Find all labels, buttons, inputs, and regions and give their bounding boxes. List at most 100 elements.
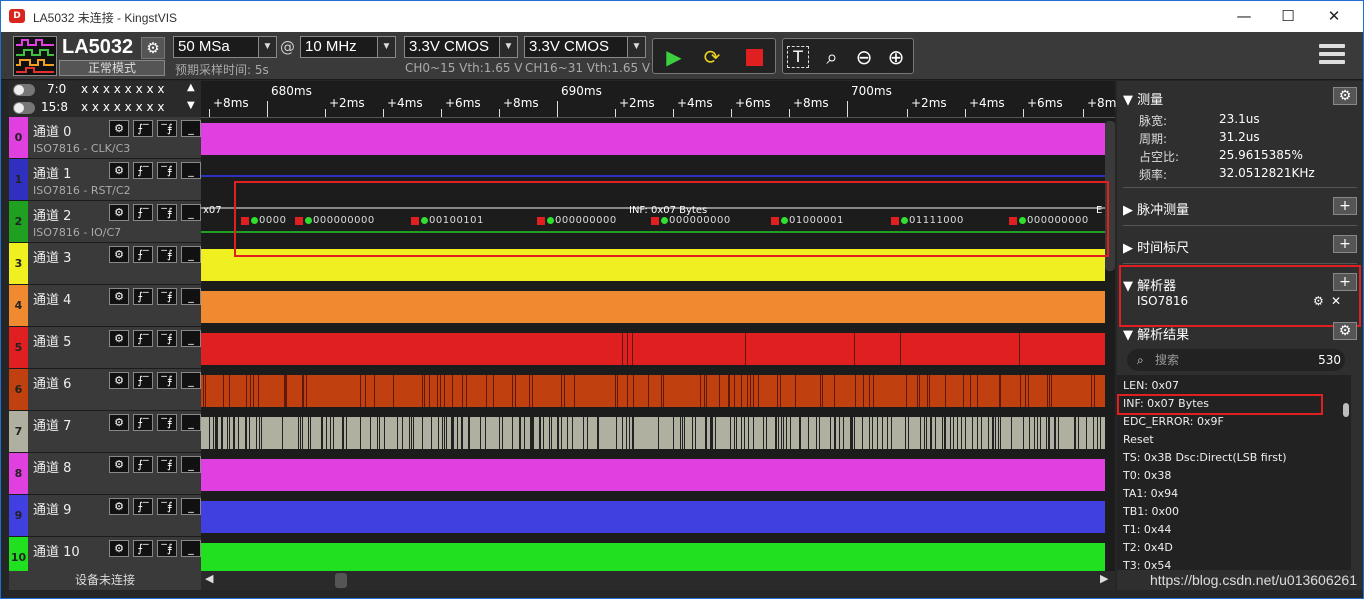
time-marker-section[interactable]: ▶ 时间标尺 + (1123, 235, 1357, 256)
loop-capture-icon[interactable]: ⟳ (699, 44, 725, 70)
waveform-area[interactable]: +8ms 680ms +2ms +4ms +6ms +8ms 690ms +2ms +4ms +6… (201, 81, 1123, 590)
channel-row[interactable]: 2 通道 2 ISO7816 - IO/C7 ⚙ ⨍‾ ‾⨎ _ (9, 201, 201, 243)
low-level-trigger-icon[interactable]: _ (181, 330, 201, 347)
channel-color-tab[interactable]: 3 (9, 243, 28, 284)
rising-edge-trigger-icon[interactable]: ⨍‾ (133, 330, 153, 347)
close-button[interactable]: ✕ (1311, 5, 1357, 27)
low-level-trigger-icon[interactable]: _ (181, 456, 201, 473)
result-row[interactable]: T0: 0x38 (1123, 469, 1171, 482)
group-toggle[interactable] (13, 84, 35, 96)
add-time-marker-button[interactable]: + (1333, 235, 1357, 253)
rising-edge-trigger-icon[interactable]: ⨍‾ (133, 498, 153, 515)
device-settings-gear-icon[interactable]: ⚙ (141, 37, 165, 59)
low-level-trigger-icon[interactable]: _ (181, 162, 201, 179)
channel-name[interactable]: 通道 8 (33, 457, 71, 476)
channel-settings-gear-icon[interactable]: ⚙ (109, 162, 129, 179)
low-level-trigger-icon[interactable]: _ (181, 204, 201, 221)
falling-edge-trigger-icon[interactable]: ‾⨎ (157, 372, 177, 389)
low-level-trigger-icon[interactable]: _ (181, 414, 201, 431)
rising-edge-trigger-icon[interactable]: ⨍‾ (133, 246, 153, 263)
channel-settings-gear-icon[interactable]: ⚙ (109, 330, 129, 347)
waveform-lane[interactable] (201, 375, 1105, 409)
channel-color-tab[interactable]: 6 (9, 369, 28, 410)
sample-rate-select[interactable]: 10 MHz ▼ (300, 36, 396, 58)
pulse-measure-section[interactable]: ▶ 脉冲测量 + (1123, 197, 1357, 218)
low-level-trigger-icon[interactable]: _ (181, 120, 201, 137)
voltage-select-a[interactable]: 3.3V CMOS ▼ (404, 36, 518, 58)
low-level-trigger-icon[interactable]: _ (181, 288, 201, 305)
rising-edge-trigger-icon[interactable]: ⨍‾ (133, 162, 153, 179)
channel-name[interactable]: 通道 6 (33, 373, 71, 392)
voltage-select-b[interactable]: 3.3V CMOS ▼ (524, 36, 646, 58)
channel-color-tab[interactable]: 2 (9, 201, 28, 242)
group-down-arrow-icon[interactable]: ▼ (187, 100, 195, 111)
channel-settings-gear-icon[interactable]: ⚙ (109, 246, 129, 263)
falling-edge-trigger-icon[interactable]: ‾⨎ (157, 330, 177, 347)
stop-icon[interactable] (741, 44, 767, 70)
text-tool-icon[interactable]: T (787, 46, 809, 68)
result-row[interactable]: TA1: 0x94 (1123, 487, 1178, 500)
channel-color-tab[interactable]: 5 (9, 327, 28, 368)
result-row[interactable]: LEN: 0x07 (1123, 379, 1179, 392)
falling-edge-trigger-icon[interactable]: ‾⨎ (157, 414, 177, 431)
minimize-button[interactable]: — (1221, 5, 1267, 27)
scroll-thumb[interactable] (335, 573, 347, 588)
falling-edge-trigger-icon[interactable]: ‾⨎ (157, 246, 177, 263)
results-section[interactable]: ▼ 解析结果 ⚙ (1123, 322, 1357, 343)
zoom-in-icon[interactable]: ⊕ (883, 44, 909, 70)
add-pulse-measure-button[interactable]: + (1333, 197, 1357, 215)
waveform-lane[interactable] (201, 291, 1105, 325)
device-waveform-icon[interactable] (13, 36, 57, 76)
channel-color-tab[interactable]: 0 (9, 117, 28, 158)
waveform-lane[interactable] (201, 459, 1105, 493)
group-up-arrow-icon[interactable]: ▲ (187, 82, 195, 93)
maximize-button[interactable]: ☐ (1265, 5, 1311, 27)
rising-edge-trigger-icon[interactable]: ⨍‾ (133, 456, 153, 473)
result-row[interactable]: TS: 0x3B Dsc:Direct(LSB first) (1123, 451, 1287, 464)
start-play-icon[interactable]: ▶ (661, 44, 687, 70)
result-row[interactable]: T3: 0x54 (1123, 559, 1171, 572)
waveform-lane[interactable] (201, 333, 1105, 367)
falling-edge-trigger-icon[interactable]: ‾⨎ (157, 120, 177, 137)
channel-name[interactable]: 通道 4 (33, 289, 71, 308)
rising-edge-trigger-icon[interactable]: ⨍‾ (133, 414, 153, 431)
zoom-fit-icon[interactable]: ⌕ (819, 44, 845, 70)
channel-row[interactable]: 7 通道 7 ⚙ ⨍‾ ‾⨎ _ (9, 411, 201, 453)
channel-row[interactable]: 6 通道 6 ⚙ ⨍‾ ‾⨎ _ (9, 369, 201, 411)
channel-name[interactable]: 通道 9 (33, 499, 71, 518)
channel-settings-gear-icon[interactable]: ⚙ (109, 204, 129, 221)
channel-row[interactable]: 5 通道 5 ⚙ ⨍‾ ‾⨎ _ (9, 327, 201, 369)
channel-row[interactable]: 4 通道 4 ⚙ ⨍‾ ‾⨎ _ (9, 285, 201, 327)
device-mode[interactable]: 正常模式 (59, 60, 165, 76)
results-settings-gear-icon[interactable]: ⚙ (1333, 322, 1357, 340)
rising-edge-trigger-icon[interactable]: ⨍‾ (133, 540, 153, 557)
search-input[interactable]: 搜索 (1155, 349, 1179, 371)
result-row[interactable]: EDC_ERROR: 0x9F (1123, 415, 1224, 428)
channel-settings-gear-icon[interactable]: ⚙ (109, 372, 129, 389)
falling-edge-trigger-icon[interactable]: ‾⨎ (157, 204, 177, 221)
low-level-trigger-icon[interactable]: _ (181, 246, 201, 263)
channel-row[interactable]: 8 通道 8 ⚙ ⨍‾ ‾⨎ _ (9, 453, 201, 495)
channel-settings-gear-icon[interactable]: ⚙ (109, 456, 129, 473)
result-row[interactable]: T1: 0x44 (1123, 523, 1171, 536)
channel-color-tab[interactable]: 1 (9, 159, 28, 200)
channel-row[interactable]: 9 通道 9 ⚙ ⨍‾ ‾⨎ _ (9, 495, 201, 537)
channel-settings-gear-icon[interactable]: ⚙ (109, 540, 129, 557)
measure-section[interactable]: ▼ 测量 ⚙ (1123, 87, 1357, 108)
scroll-left-icon[interactable]: ◀ (205, 572, 213, 585)
rising-edge-trigger-icon[interactable]: ⨍‾ (133, 120, 153, 137)
low-level-trigger-icon[interactable]: _ (181, 540, 201, 557)
channel-color-tab[interactable]: 4 (9, 285, 28, 326)
channel-color-tab[interactable]: 9 (9, 495, 28, 536)
channel-color-tab[interactable]: 8 (9, 453, 28, 494)
channel-row[interactable]: 0 通道 0 ISO7816 - CLK/C3 ⚙ ⨍‾ ‾⨎ _ (9, 117, 201, 159)
channel-name[interactable]: 通道 7 (33, 415, 71, 434)
horizontal-scrollbar[interactable]: ◀ ▶ (201, 571, 1115, 590)
channel-row[interactable]: 3 通道 3 ⚙ ⨍‾ ‾⨎ _ (9, 243, 201, 285)
falling-edge-trigger-icon[interactable]: ‾⨎ (157, 498, 177, 515)
sample-depth-select[interactable]: 50 MSa ▼ (173, 36, 277, 58)
channel-name[interactable]: 通道 1 (33, 163, 71, 182)
waveform-lane[interactable] (201, 417, 1105, 451)
time-ruler[interactable]: +8ms 680ms +2ms +4ms +6ms +8ms 690ms +2ms +4ms +6… (201, 81, 1123, 118)
result-row[interactable]: Reset (1123, 433, 1154, 446)
